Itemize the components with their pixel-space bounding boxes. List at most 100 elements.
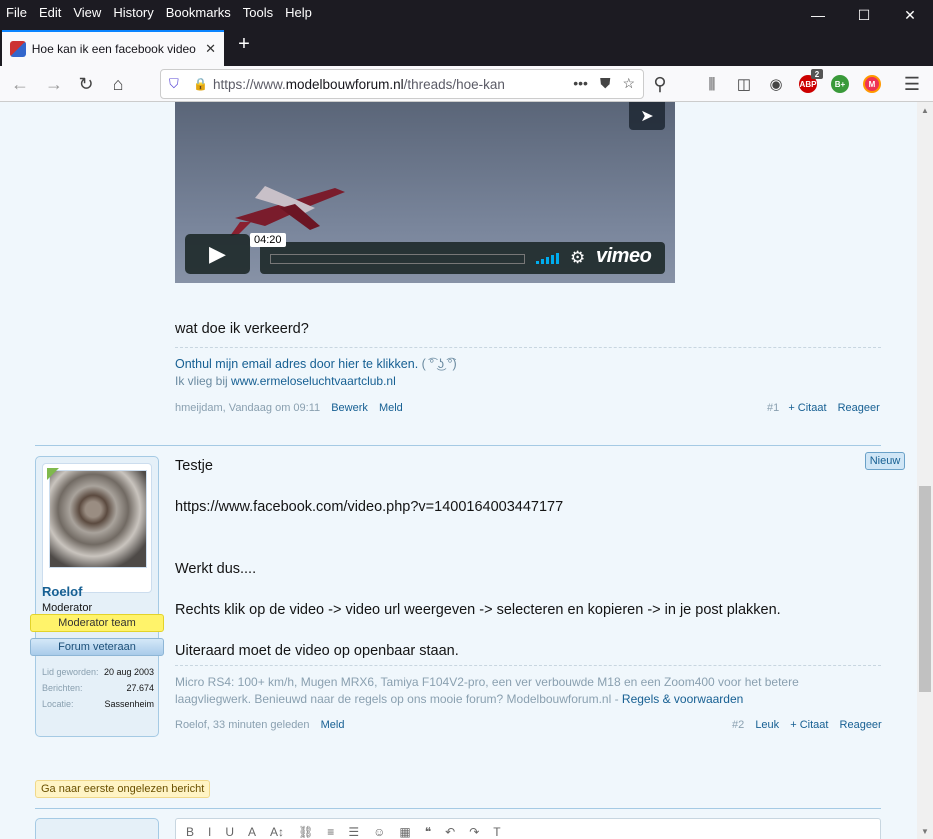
online-indicator-icon: [47, 468, 59, 480]
stat-location: Locatie: Sassenheim: [42, 699, 154, 709]
airplane-thumbnail: [230, 186, 345, 236]
user-stats: Lid geworden: 20 aug 2003 Berichten: 27.67…: [42, 667, 154, 715]
menu-bar: File Edit View History Bookmarks Tools H…: [0, 0, 933, 24]
link-button[interactable]: ⛓: [298, 825, 313, 839]
avatar[interactable]: [49, 470, 147, 568]
facebook-video-link[interactable]: https://www.facebook.com/video.php?v=140…: [175, 499, 563, 515]
volume-icon[interactable]: [536, 252, 559, 264]
signature-divider: [175, 347, 881, 348]
vertical-scrollbar[interactable]: ▲ ▼: [917, 102, 933, 839]
reply-link[interactable]: Reageer: [838, 402, 880, 414]
tracking-shield-icon[interactable]: ⛉: [169, 76, 187, 92]
library-icon[interactable]: ⫼: [698, 70, 726, 98]
post-1-author-date[interactable]: hmeijdam, Vandaag om 09:11: [175, 402, 320, 414]
first-unread-button[interactable]: Ga naar eerste ongelezen bericht: [35, 780, 211, 798]
club-link[interactable]: www.ermeloseluchtvaartclub.nl: [231, 374, 396, 388]
report-link[interactable]: Meld: [379, 402, 403, 414]
back-button[interactable]: ←: [6, 70, 34, 98]
account-icon[interactable]: ◉: [762, 70, 790, 98]
rules-link[interactable]: Regels & voorwaarden: [622, 692, 743, 706]
underline-button[interactable]: U: [225, 825, 234, 839]
reload-button[interactable]: ↻: [72, 70, 100, 98]
veteran-banner: Forum veteraan: [30, 638, 164, 656]
tab-bar: Hoe kan ik een facebook video ✕ +: [0, 24, 933, 66]
moderator-banner: Moderator team: [30, 614, 164, 632]
smilie-button[interactable]: ☺: [373, 825, 385, 839]
reply-editor-toolbar: B I U A A↕ ⛓ ≡ ☰ ☺ ▦ ❝ ↶ ↷ T: [175, 818, 881, 839]
align-button[interactable]: ≡: [327, 825, 334, 839]
report-link[interactable]: Meld: [321, 719, 345, 731]
redo-button[interactable]: ↷: [469, 825, 479, 839]
font-color-button[interactable]: A: [248, 825, 256, 839]
hamburger-menu-icon[interactable]: ☰: [898, 70, 926, 98]
video-progress-bar[interactable]: [270, 254, 525, 264]
menu-help[interactable]: Help: [279, 5, 318, 20]
like-link[interactable]: Leuk: [755, 719, 779, 731]
undo-button[interactable]: ↶: [445, 825, 455, 839]
bookmark-star-icon[interactable]: ☆: [622, 75, 635, 92]
scroll-down-icon[interactable]: ▼: [917, 823, 933, 839]
stat-joined: Lid geworden: 20 aug 2003: [42, 667, 154, 677]
play-button[interactable]: ▶: [185, 234, 250, 274]
video-controls: ⚙ vimeo: [260, 242, 665, 274]
italic-button[interactable]: I: [208, 825, 211, 839]
post-1-actions: #1 + Citaat Reageer: [767, 402, 880, 414]
post-number[interactable]: #2: [732, 719, 744, 731]
reply-avatar: [35, 818, 159, 839]
scrollbar-thumb[interactable]: [919, 486, 931, 692]
post-divider: [35, 445, 881, 446]
post-divider: [35, 808, 881, 809]
image-button[interactable]: ▦: [399, 825, 410, 839]
sidebar-icon[interactable]: ◫: [730, 70, 758, 98]
font-size-button[interactable]: A↕: [270, 825, 284, 839]
post-2-line-2: Werkt dus....: [175, 561, 257, 577]
menu-file[interactable]: File: [0, 5, 33, 20]
page-actions-icon[interactable]: •••: [573, 75, 588, 92]
post-2-line-4: Uiteraard moet de video op openbaar staa…: [175, 643, 459, 659]
reveal-email-link[interactable]: Onthul mijn email adres door hier te kli…: [175, 357, 418, 371]
menu-bookmarks[interactable]: Bookmarks: [160, 5, 237, 20]
edit-link[interactable]: Bewerk: [331, 402, 368, 414]
page-content: ➤ ▶ ⚙ vimeo 04:20 wat doe ik verkeerd? O…: [0, 102, 917, 839]
tab-title: Hoe kan ik een facebook video: [31, 42, 196, 56]
forward-button[interactable]: →: [40, 70, 68, 98]
tab-active[interactable]: Hoe kan ik een facebook video ✕: [2, 30, 224, 66]
signature-divider: [175, 665, 881, 666]
new-tab-button[interactable]: +: [230, 30, 258, 58]
lock-icon[interactable]: 🔒: [193, 77, 213, 91]
url-bar[interactable]: ⛉ 🔒 https://www.modelbouwforum.nl/thread…: [160, 69, 644, 99]
post-2-meta: Roelof, 33 minuten geleden Meld: [175, 719, 344, 731]
tab-close-icon[interactable]: ✕: [205, 41, 216, 57]
menu-edit[interactable]: Edit: [33, 5, 67, 20]
vimeo-logo[interactable]: vimeo: [596, 245, 652, 268]
post-2-author-date[interactable]: Roelof, 33 minuten geleden: [175, 719, 310, 731]
bold-button[interactable]: B: [186, 825, 194, 839]
remove-format-button[interactable]: T: [493, 825, 500, 839]
username-link[interactable]: Roelof: [42, 584, 82, 599]
post-2-line-1: Testje: [175, 458, 213, 474]
nav-bar: ← → ↻ ⌂ ⛉ 🔒 https://www.modelbouwforum.n…: [0, 66, 933, 102]
settings-gear-icon[interactable]: ⚙: [570, 248, 585, 268]
search-icon[interactable]: ⚲: [646, 70, 674, 98]
home-button[interactable]: ⌂: [104, 70, 132, 98]
quote-link[interactable]: + Citaat: [788, 402, 826, 414]
user-title: Moderator: [42, 602, 93, 614]
menu-history[interactable]: History: [107, 5, 159, 20]
post-number[interactable]: #1: [767, 402, 779, 414]
url-text[interactable]: https://www.modelbouwforum.nl/threads/ho…: [213, 77, 543, 92]
share-icon[interactable]: ➤: [629, 102, 665, 130]
pocket-icon[interactable]: ⛊: [600, 75, 611, 92]
reply-link[interactable]: Reageer: [840, 719, 882, 731]
post-1-message: wat doe ik verkeerd?: [175, 321, 309, 337]
menu-view[interactable]: View: [67, 5, 107, 20]
site-favicon-icon: [10, 41, 26, 57]
quote-link[interactable]: + Citaat: [790, 719, 828, 731]
post-2-signature-line-2: laagvliegwerk. Benieuwd naar de regels o…: [175, 692, 744, 706]
stat-posts: Berichten: 27.674: [42, 683, 154, 693]
extension-b-icon[interactable]: B+: [831, 75, 849, 93]
extension-m-icon[interactable]: M: [863, 75, 881, 93]
list-button[interactable]: ☰: [348, 825, 359, 839]
quote-insert-button[interactable]: ❝: [425, 825, 431, 839]
scroll-up-icon[interactable]: ▲: [917, 102, 933, 118]
menu-tools[interactable]: Tools: [237, 5, 279, 20]
